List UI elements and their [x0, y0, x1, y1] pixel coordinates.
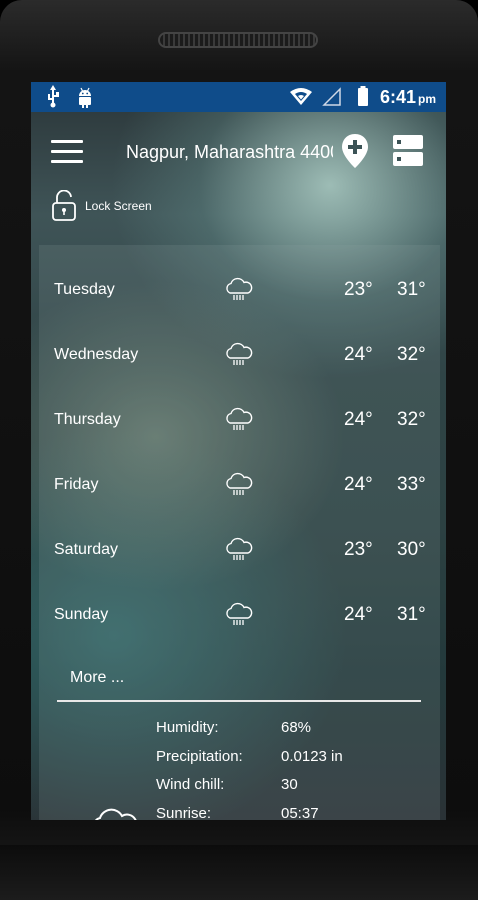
wifi-icon: [289, 82, 313, 112]
phone-chin: [0, 845, 478, 900]
forecast-high: 32°: [397, 409, 426, 430]
forecast-high: 33°: [397, 474, 426, 495]
precipitation-value: 0.0123 in: [281, 748, 343, 765]
rain-cloud-icon: [224, 405, 254, 435]
forecast-low: 24°: [344, 344, 373, 365]
forecast-day: Friday: [54, 476, 99, 493]
lock-screen-label[interactable]: Lock Screen: [85, 199, 152, 213]
status-bar: 6:41 pm: [31, 82, 446, 112]
android-icon: [77, 82, 93, 112]
humidity-value: 68%: [281, 719, 312, 736]
forecast-day: Thursday: [54, 411, 121, 428]
forecast-row[interactable]: Sunday 24° 31°: [54, 596, 434, 636]
rain-cloud-icon: [224, 535, 254, 565]
wind-chill-value: 30: [281, 776, 298, 793]
rain-cloud-icon: [224, 275, 254, 305]
wind-chill-label: Wind chill:: [156, 776, 225, 793]
rain-cloud-icon: [224, 600, 254, 630]
forecast-high: 32°: [397, 344, 426, 365]
humidity-label: Humidity:: [156, 719, 219, 736]
forecast-day: Wednesday: [54, 346, 139, 363]
precipitation-label: Precipitation:: [156, 748, 243, 765]
clock-ampm: pm: [418, 92, 436, 106]
forecast-low: 23°: [344, 279, 373, 300]
forecast-low: 24°: [344, 474, 373, 495]
divider: [57, 700, 421, 702]
location-list-icon[interactable]: [393, 135, 423, 166]
forecast-high: 31°: [397, 604, 426, 625]
more-button[interactable]: More ...: [70, 669, 124, 687]
clock-time: 6:41: [379, 87, 416, 107]
sunrise-label: Sunrise:: [156, 805, 212, 820]
add-location-icon[interactable]: [341, 133, 369, 169]
forecast-low: 23°: [344, 539, 373, 560]
forecast-day: Sunday: [54, 606, 109, 623]
forecast-row[interactable]: Saturday 23° 30°: [54, 531, 434, 571]
usb-icon: [45, 82, 61, 112]
forecast-day: Tuesday: [54, 281, 115, 298]
location-name[interactable]: Nagpur, Maharashtra 4400: [126, 138, 333, 166]
current-weather-cloud-icon: [89, 802, 137, 820]
battery-icon: [357, 82, 369, 112]
forecast-high: 31°: [397, 279, 426, 300]
clock: 6:41 pm: [380, 82, 436, 112]
forecast-row[interactable]: Tuesday 23° 31°: [54, 271, 434, 311]
signal-icon: [322, 82, 342, 112]
app-screen: 6:41 pm Nagpur, Maharashtra 4400 Lock Scr…: [31, 82, 446, 820]
forecast-row[interactable]: Friday 24° 33°: [54, 466, 434, 506]
forecast-panel: Tuesday 23° 31° Wednesday 24° 32° Thursd…: [39, 245, 440, 820]
forecast-day: Saturday: [54, 541, 119, 558]
rain-cloud-icon: [224, 340, 254, 370]
speaker-grille: [158, 32, 318, 48]
forecast-low: 24°: [344, 409, 373, 430]
sunrise-value: 05:37: [281, 805, 319, 820]
forecast-row[interactable]: Wednesday 24° 32°: [54, 336, 434, 376]
rain-cloud-icon: [224, 470, 254, 500]
unlock-icon: [51, 189, 77, 226]
forecast-low: 24°: [344, 604, 373, 625]
forecast-row[interactable]: Thursday 24° 32°: [54, 401, 434, 441]
lock-screen-toggle[interactable]: [51, 189, 77, 222]
forecast-high: 30°: [397, 539, 426, 560]
hamburger-menu-icon[interactable]: [51, 140, 83, 164]
